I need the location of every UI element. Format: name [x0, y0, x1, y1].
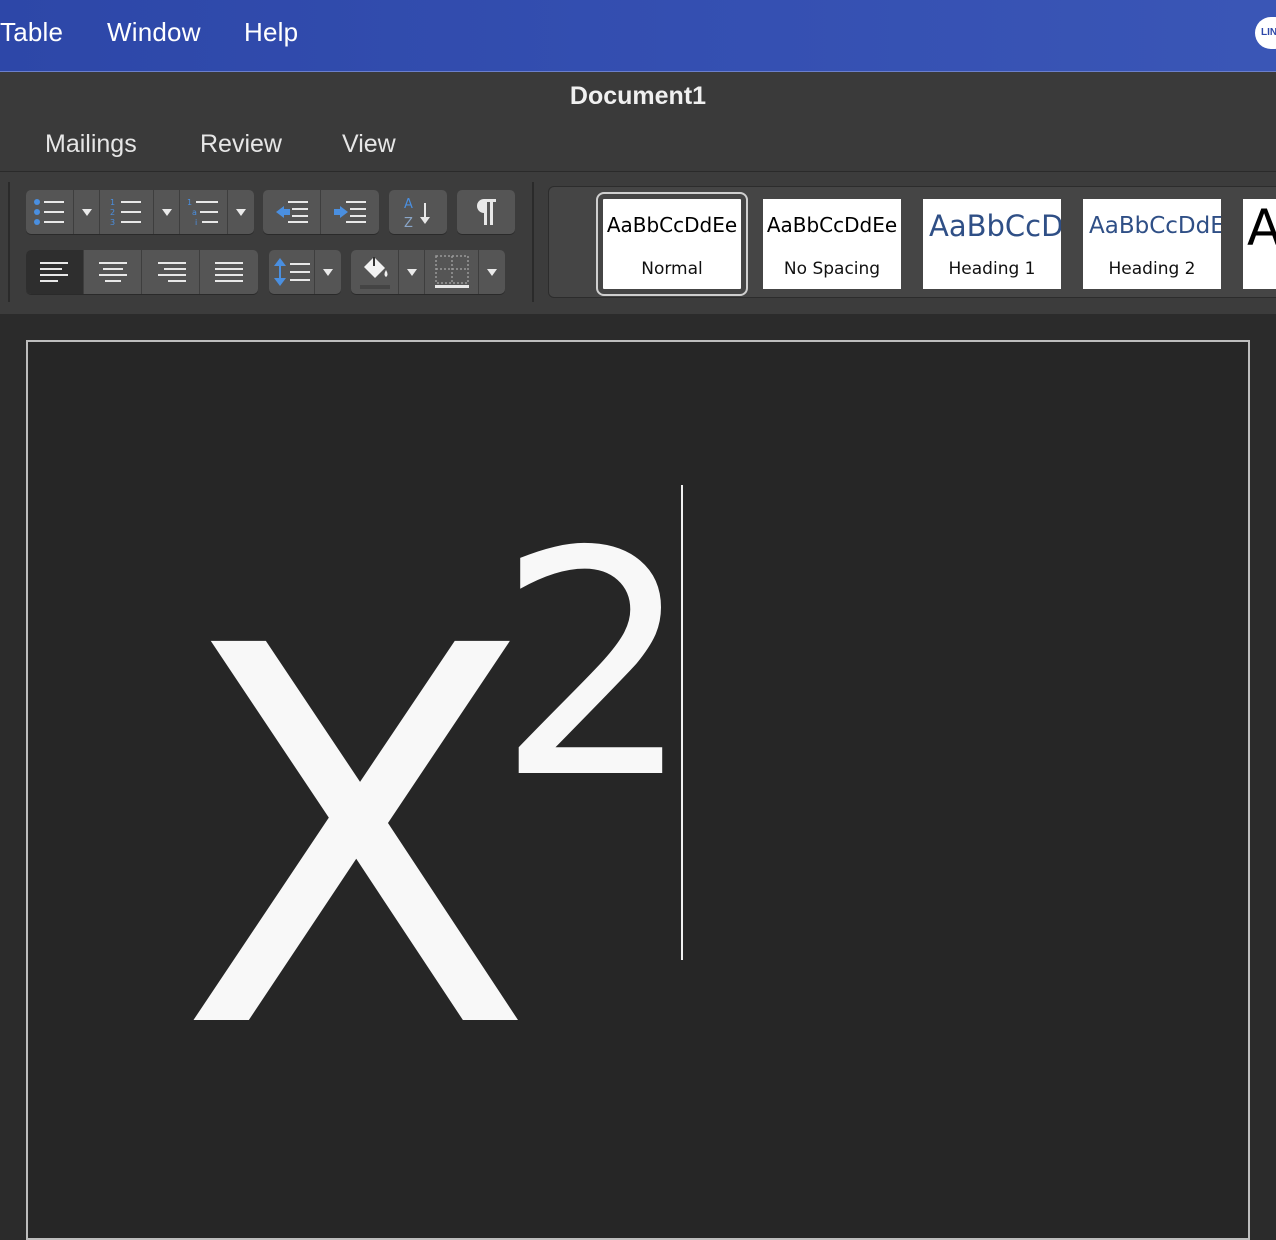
numbering-button[interactable]: 1 2 3	[100, 190, 154, 234]
document-title: Document1	[569, 82, 707, 110]
line-spacing-group	[269, 250, 341, 294]
svg-text:1: 1	[110, 198, 115, 207]
shading-dropdown[interactable]	[399, 250, 425, 294]
line-spacing-icon	[273, 257, 310, 287]
list-buttons: 1 2 3 1 a i	[26, 190, 254, 234]
decrease-indent-button[interactable]	[263, 190, 321, 234]
style-title[interactable]: A	[1243, 199, 1276, 289]
borders-dropdown[interactable]	[479, 250, 505, 294]
multilevel-dropdown[interactable]	[228, 190, 254, 234]
style-sample: AaBbCcDdEe	[766, 213, 898, 237]
chevron-down-icon	[236, 208, 246, 216]
style-sample: A	[1247, 199, 1276, 257]
indent-buttons	[263, 190, 379, 234]
tab-mailings[interactable]: Mailings	[45, 130, 137, 159]
shading-button[interactable]	[351, 250, 399, 294]
svg-text:2: 2	[110, 208, 115, 217]
menu-window[interactable]: Window	[107, 17, 201, 48]
document-canvas: X 2	[0, 314, 1276, 1240]
style-name: Normal	[641, 259, 703, 279]
tab-review[interactable]: Review	[200, 130, 282, 159]
document-text-base: X	[178, 537, 535, 1143]
menu-help[interactable]: Help	[244, 17, 298, 48]
style-name: No Spacing	[783, 259, 881, 279]
text-cursor	[681, 485, 683, 960]
ribbon-divider	[8, 182, 10, 302]
svg-text:i: i	[195, 218, 197, 227]
chevron-down-icon	[406, 268, 417, 276]
sort-button-group: A Z	[389, 190, 447, 234]
tab-view[interactable]: View	[342, 130, 396, 159]
document-text-superscript: 2	[496, 486, 694, 847]
alignment-buttons	[26, 250, 258, 294]
align-right-icon	[156, 261, 186, 283]
svg-text:3: 3	[110, 218, 115, 227]
style-name: Heading 1	[948, 259, 1036, 279]
bullets-dropdown[interactable]	[74, 190, 100, 234]
style-sample: AaBbCcDdEe	[1089, 213, 1221, 239]
increase-indent-icon	[332, 199, 368, 225]
numbered-list-icon: 1 2 3	[110, 197, 144, 227]
line-spacing-button[interactable]	[269, 250, 315, 294]
justify-button[interactable]	[200, 250, 258, 294]
line-status-icon[interactable]: LIN	[1255, 17, 1276, 49]
sort-az-icon: A Z	[402, 195, 434, 229]
svg-text:A: A	[404, 197, 413, 212]
style-sample: AaBbCcDc	[929, 209, 1061, 243]
bullets-button[interactable]	[26, 190, 74, 234]
borders-icon	[434, 255, 470, 289]
show-marks-group	[457, 190, 515, 234]
document-page[interactable]: X 2	[26, 340, 1250, 1240]
svg-text:1: 1	[187, 198, 192, 207]
multilevel-list-icon: 1 a i	[187, 197, 221, 227]
multilevel-button[interactable]: 1 a i	[180, 190, 228, 234]
pilcrow-icon	[474, 197, 498, 227]
show-formatting-marks-button[interactable]	[457, 190, 515, 234]
align-center-button[interactable]	[84, 250, 142, 294]
style-heading-2[interactable]: AaBbCcDdEe Heading 2	[1083, 199, 1221, 289]
style-sample: AaBbCcDdEe	[606, 213, 738, 237]
align-center-icon	[98, 261, 128, 283]
paint-bucket-icon	[358, 253, 392, 291]
menu-bar: Table Window Help LIN	[0, 0, 1276, 72]
styles-gallery: AaBbCcDdEe Normal AaBbCcDdEe No Spacing …	[548, 186, 1276, 298]
line-spacing-dropdown[interactable]	[315, 250, 341, 294]
svg-text:Z: Z	[404, 216, 413, 229]
align-right-button[interactable]	[142, 250, 200, 294]
style-no-spacing[interactable]: AaBbCcDdEe No Spacing	[763, 199, 901, 289]
chevron-down-icon	[323, 268, 333, 276]
numbering-dropdown[interactable]	[154, 190, 180, 234]
style-normal[interactable]: AaBbCcDdEe Normal	[596, 192, 748, 296]
style-name: Heading 2	[1108, 259, 1196, 279]
justify-icon	[214, 261, 244, 283]
align-left-button[interactable]	[26, 250, 84, 294]
borders-button[interactable]	[425, 250, 479, 294]
chevron-down-icon	[81, 208, 92, 216]
ribbon-divider	[532, 182, 534, 302]
chevron-down-icon	[161, 208, 172, 216]
bulleted-list-icon	[33, 197, 67, 227]
shading-borders-group	[351, 250, 505, 294]
ribbon: 1 2 3 1 a i A Z AaBbCcDdEe Normal AaBbCc…	[0, 172, 1276, 314]
svg-text:a: a	[192, 208, 197, 217]
chevron-down-icon	[487, 268, 497, 276]
decrease-indent-icon	[274, 199, 310, 225]
sort-button[interactable]: A Z	[389, 190, 447, 234]
ribbon-tabs: Mailings Review View	[0, 120, 1276, 172]
menu-table[interactable]: Table	[0, 17, 63, 48]
title-bar: Document1	[0, 72, 1276, 120]
align-left-icon	[39, 261, 70, 283]
style-heading-1[interactable]: AaBbCcDc Heading 1	[923, 199, 1061, 289]
increase-indent-button[interactable]	[321, 190, 379, 234]
